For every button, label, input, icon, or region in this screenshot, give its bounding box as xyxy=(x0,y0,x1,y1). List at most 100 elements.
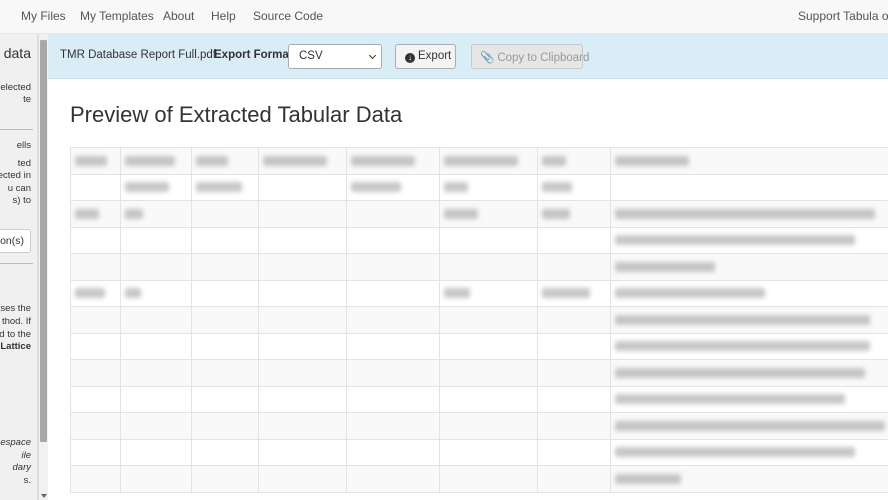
table-cell xyxy=(439,253,538,281)
table-cell xyxy=(610,279,888,307)
table-cell xyxy=(346,385,440,413)
blurred-cell-text xyxy=(125,208,143,219)
blurred-cell-text xyxy=(75,208,99,219)
table-cell xyxy=(610,306,888,334)
export-button[interactable]: ↓ Export xyxy=(395,44,456,69)
table-row xyxy=(70,332,888,360)
table-cell xyxy=(120,226,192,254)
table-row xyxy=(70,306,888,334)
table-cell xyxy=(346,173,440,201)
export-format-select[interactable]: CSV xyxy=(288,44,382,69)
blurred-cell-text xyxy=(615,473,681,484)
table-cell xyxy=(258,200,347,228)
table-cell xyxy=(346,465,440,493)
blurred-cell-text xyxy=(542,182,572,193)
table-cell xyxy=(610,200,888,228)
table-cell xyxy=(120,465,192,493)
table-cell xyxy=(537,147,611,175)
table-cell xyxy=(191,173,259,201)
table-cell xyxy=(191,332,259,360)
table-row xyxy=(70,253,888,281)
sidebar-text-line: u can xyxy=(7,183,31,194)
blurred-cell-text xyxy=(351,155,415,166)
table-cell xyxy=(70,385,121,413)
export-button-label: Export xyxy=(418,50,452,62)
nav-help[interactable]: Help xyxy=(211,9,236,23)
table-cell xyxy=(537,226,611,254)
table-cell xyxy=(439,385,538,413)
table-cell xyxy=(120,279,192,307)
table-cell xyxy=(70,306,121,334)
table-cell xyxy=(346,279,440,307)
table-cell xyxy=(346,226,440,254)
sidebar-text-line: dary xyxy=(12,462,31,473)
table-cell xyxy=(258,412,347,440)
table-cell xyxy=(70,332,121,360)
table-cell xyxy=(258,173,347,201)
blurred-cell-text xyxy=(444,155,518,166)
table-cell xyxy=(537,438,611,466)
sidebar-title: d data xyxy=(0,45,31,61)
table-cell xyxy=(439,465,538,493)
table-cell xyxy=(120,332,192,360)
table-row xyxy=(70,200,888,228)
sidebar-text-line: Lattice xyxy=(0,341,31,352)
table-cell xyxy=(346,253,440,281)
nav-my-files[interactable]: My Files xyxy=(21,9,66,23)
sidebar-text-line: te xyxy=(23,94,31,105)
blurred-cell-text xyxy=(444,208,478,219)
table-cell xyxy=(258,279,347,307)
table-row xyxy=(70,359,888,387)
table-cell xyxy=(439,359,538,387)
table-cell xyxy=(258,147,347,175)
nav-support-link[interactable]: Support Tabula on G xyxy=(798,9,888,23)
export-toolbar: TMR Database Report Full.pdf Export Form… xyxy=(48,34,888,79)
table-cell xyxy=(120,306,192,334)
table-cell xyxy=(439,173,538,201)
sidebar-text-line: ted xyxy=(17,158,31,169)
table-cell xyxy=(258,306,347,334)
table-cell xyxy=(70,465,121,493)
scrollbar-thumb[interactable] xyxy=(40,40,47,442)
sidebar-text-line: espace xyxy=(0,437,31,448)
blurred-cell-text xyxy=(615,235,855,246)
sidebar-text-line: ile xyxy=(21,450,31,461)
blurred-cell-text xyxy=(615,314,870,325)
table-cell xyxy=(610,147,888,175)
blurred-cell-text xyxy=(196,182,242,193)
blurred-cell-text xyxy=(542,155,566,166)
table-cell xyxy=(610,173,888,201)
table-cell xyxy=(120,385,192,413)
table-cell xyxy=(537,306,611,334)
table-cell xyxy=(191,438,259,466)
sidebar-divider xyxy=(0,129,33,130)
table-cell xyxy=(610,226,888,254)
download-icon: ↓ xyxy=(405,53,415,63)
table-cell xyxy=(346,332,440,360)
table-cell xyxy=(346,147,440,175)
table-cell xyxy=(120,412,192,440)
nav-source-code[interactable]: Source Code xyxy=(253,9,323,23)
table-cell xyxy=(439,412,538,440)
table-row xyxy=(70,226,888,254)
table-cell xyxy=(191,412,259,440)
table-cell xyxy=(610,438,888,466)
copy-button-label: Copy to Clipboard xyxy=(497,52,590,64)
table-cell xyxy=(191,200,259,228)
nav-about[interactable]: About xyxy=(163,9,194,23)
table-cell xyxy=(191,306,259,334)
sidebar-text-line: ected in xyxy=(0,170,31,181)
export-format-value: CSV xyxy=(299,50,323,62)
nav-my-templates[interactable]: My Templates xyxy=(80,9,154,23)
table-cell xyxy=(70,226,121,254)
table-row xyxy=(70,147,888,175)
blurred-cell-text xyxy=(125,155,175,166)
blurred-cell-text xyxy=(615,208,875,219)
table-cell xyxy=(70,173,121,201)
sidebar-action-button[interactable]: on(s) xyxy=(0,229,31,253)
copy-to-clipboard-button[interactable]: 📎 Copy to Clipboard xyxy=(471,44,589,69)
table-cell xyxy=(439,332,538,360)
sidebar-scrollbar[interactable] xyxy=(38,34,48,500)
scroll-down-arrow-icon[interactable] xyxy=(41,494,47,498)
blurred-cell-text xyxy=(615,394,845,405)
